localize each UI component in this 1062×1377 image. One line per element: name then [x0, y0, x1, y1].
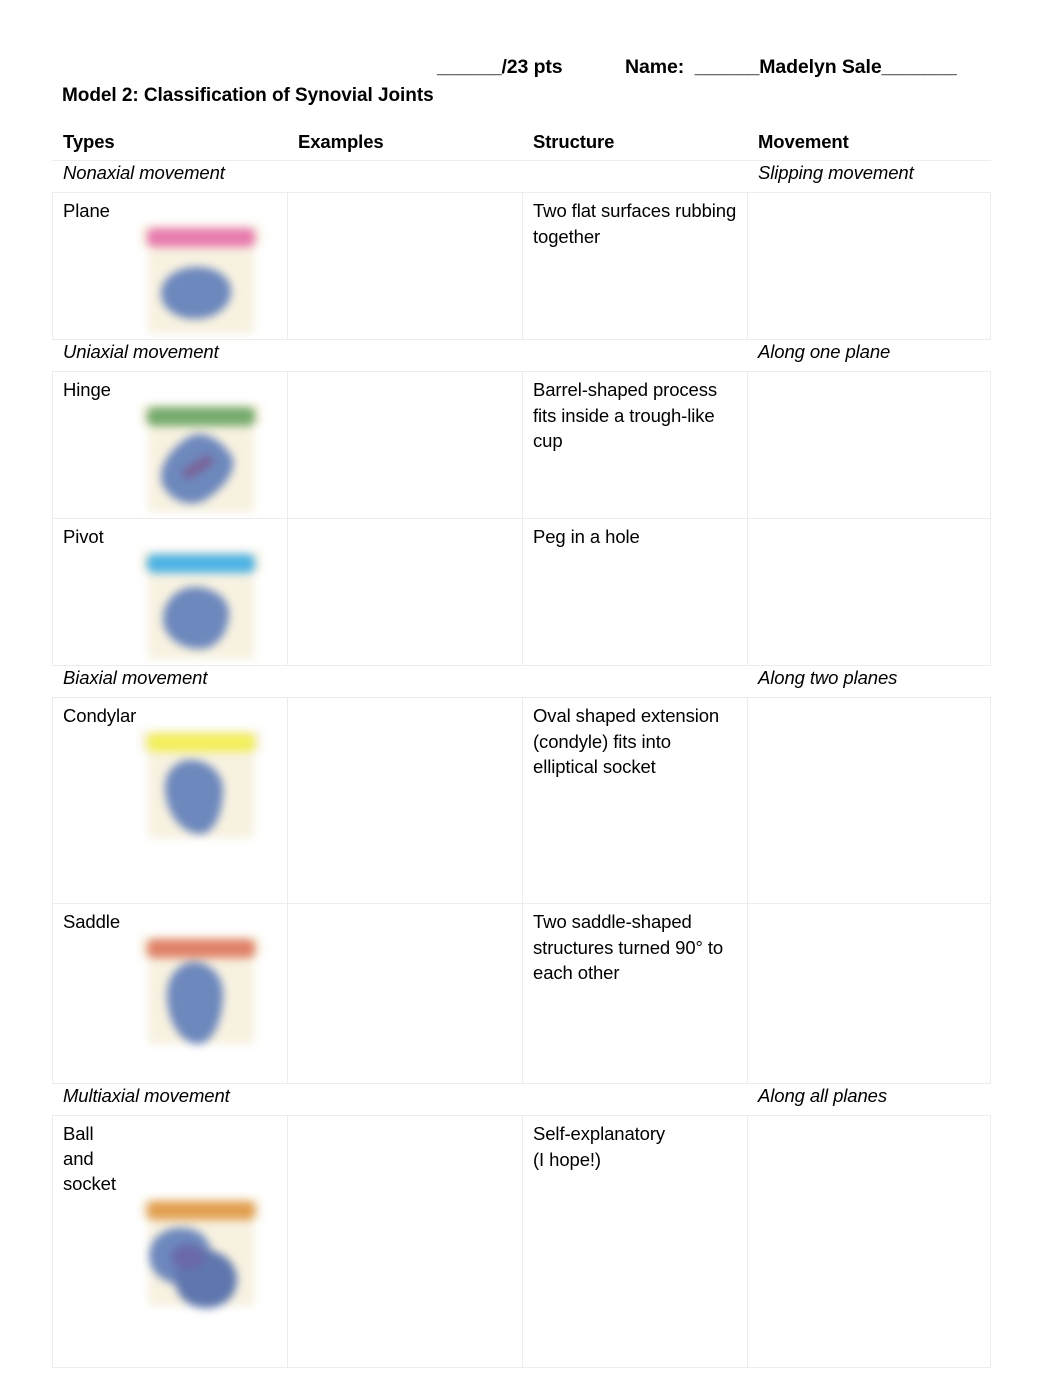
- joint-diagram-image: [141, 551, 261, 659]
- structure-description-cell: Self-explanatory (I hope!): [522, 1115, 748, 1368]
- joint-type-cell: Pivot: [52, 518, 288, 666]
- points-field: ______/23 pts: [437, 56, 563, 78]
- group-structure-blank[interactable]: [522, 1083, 748, 1116]
- joint-diagram-image: [141, 1198, 261, 1308]
- structure-description-cell: Two flat surfaces rubbing together: [522, 192, 748, 340]
- bone-shape: [163, 587, 229, 649]
- structure-description-cell: Barrel-shaped process fits inside a trou…: [522, 371, 748, 519]
- movement-answer-cell[interactable]: [747, 1115, 991, 1368]
- group-structure-blank[interactable]: [522, 339, 748, 372]
- diagram-margin: [141, 573, 148, 659]
- table-row: Saddle Two saddle-shaped structures turne…: [52, 903, 991, 1084]
- group-examples-blank[interactable]: [287, 1083, 523, 1116]
- diagram-header-bar: [147, 407, 255, 426]
- table-row: Hinge Barrel-shaped process fits inside a…: [52, 371, 991, 519]
- group-row: Biaxial movement Along two planes: [52, 665, 991, 698]
- column-header-types: Types: [52, 128, 288, 161]
- diagram-margin: [254, 752, 261, 838]
- bone-shape: [161, 267, 231, 319]
- group-axis-label: Multiaxial movement: [52, 1083, 288, 1116]
- group-axis-label: Uniaxial movement: [52, 339, 288, 372]
- diagram-margin: [254, 247, 261, 333]
- examples-answer-cell[interactable]: [287, 518, 523, 666]
- examples-answer-cell[interactable]: [287, 192, 523, 340]
- joint-type-cell: Saddle: [52, 903, 288, 1084]
- joint-type-cell: Ball and socket: [52, 1115, 288, 1368]
- diagram-header-bar: [147, 939, 255, 958]
- group-movement-label: Along one plane: [747, 339, 991, 372]
- group-examples-blank[interactable]: [287, 160, 523, 193]
- movement-answer-cell[interactable]: [747, 903, 991, 1084]
- column-header-movement: Movement: [747, 128, 991, 161]
- bone-shape: [165, 760, 223, 834]
- diagram-header-bar: [147, 1201, 255, 1220]
- structure-description-cell: Two saddle-shaped structures turned 90° …: [522, 903, 748, 1084]
- group-row: Uniaxial movement Along one plane: [52, 339, 991, 372]
- examples-answer-cell[interactable]: [287, 697, 523, 904]
- joint-diagram-image: [141, 404, 261, 515]
- page-title: Model 2: Classification of Synovial Join…: [62, 85, 434, 106]
- diagram-margin: [141, 1220, 148, 1306]
- diagram-margin: [254, 426, 261, 512]
- joint-type-cell: Plane: [52, 192, 288, 340]
- structure-description-cell: Oval shaped extension (condyle) fits int…: [522, 697, 748, 904]
- group-movement-label: Slipping movement: [747, 160, 991, 193]
- joint-type-label: Saddle: [63, 911, 121, 932]
- page-header: ______/23 pts Name: ______Madelyn Sale__…: [0, 56, 1062, 86]
- group-movement-label: Along two planes: [747, 665, 991, 698]
- diagram-margin: [254, 1220, 261, 1306]
- group-axis-label: Nonaxial movement: [52, 160, 288, 193]
- joint-type-label: Pivot: [63, 526, 104, 547]
- table-row: Pivot Peg in a hole: [52, 518, 991, 666]
- joint-diagram-image: [141, 730, 261, 838]
- joint-type-cell: Hinge: [52, 371, 288, 519]
- joint-type-label: Hinge: [63, 379, 111, 400]
- student-name-field: Name: ______Madelyn Sale_______: [625, 56, 957, 78]
- group-structure-blank[interactable]: [522, 665, 748, 698]
- bone-shape: [167, 962, 223, 1044]
- synovial-joints-table: Types Examples Structure Movement Nonaxial m…: [52, 128, 991, 1368]
- group-row: Nonaxial movement Slipping movement: [52, 160, 991, 193]
- table-header-row: Types Examples Structure Movement: [52, 128, 991, 161]
- column-header-structure: Structure: [522, 128, 748, 161]
- diagram-margin: [254, 573, 261, 659]
- diagram-margin: [141, 958, 148, 1044]
- table-row: Condylar Oval shaped extension (condyle) …: [52, 697, 991, 904]
- movement-answer-cell[interactable]: [747, 697, 991, 904]
- diagram-margin: [141, 752, 148, 838]
- joint-diagram-image: [141, 225, 261, 333]
- table-row: Plane Two flat surfaces rubbing together: [52, 192, 991, 340]
- diagram-margin: [141, 426, 148, 512]
- structure-description-cell: Peg in a hole: [522, 518, 748, 666]
- examples-answer-cell[interactable]: [287, 371, 523, 519]
- diagram-margin: [254, 958, 261, 1044]
- joint-type-label: Ball and socket: [63, 1123, 116, 1194]
- diagram-margin: [141, 247, 148, 333]
- joint-type-cell: Condylar: [52, 697, 288, 904]
- group-axis-label: Biaxial movement: [52, 665, 288, 698]
- column-header-examples: Examples: [287, 128, 523, 161]
- group-examples-blank[interactable]: [287, 339, 523, 372]
- movement-answer-cell[interactable]: [747, 518, 991, 666]
- group-examples-blank[interactable]: [287, 665, 523, 698]
- diagram-header-bar: [147, 228, 255, 247]
- joint-diagram-image: [141, 936, 261, 1044]
- group-movement-label: Along all planes: [747, 1083, 991, 1116]
- diagram-header-bar: [147, 554, 255, 573]
- movement-answer-cell[interactable]: [747, 371, 991, 519]
- diagram-header-bar: [147, 733, 255, 752]
- group-row: Multiaxial movement Along all planes: [52, 1083, 991, 1116]
- joint-type-label: Plane: [63, 200, 110, 221]
- movement-answer-cell[interactable]: [747, 192, 991, 340]
- examples-answer-cell[interactable]: [287, 903, 523, 1084]
- document-page: ______/23 pts Name: ______Madelyn Sale__…: [0, 0, 1062, 1377]
- joint-type-label: Condylar: [63, 705, 137, 726]
- group-structure-blank[interactable]: [522, 160, 748, 193]
- socket-shape: [171, 1244, 205, 1270]
- examples-answer-cell[interactable]: [287, 1115, 523, 1368]
- table-row: Ball and socket Self-explanatory (I hope!): [52, 1115, 991, 1368]
